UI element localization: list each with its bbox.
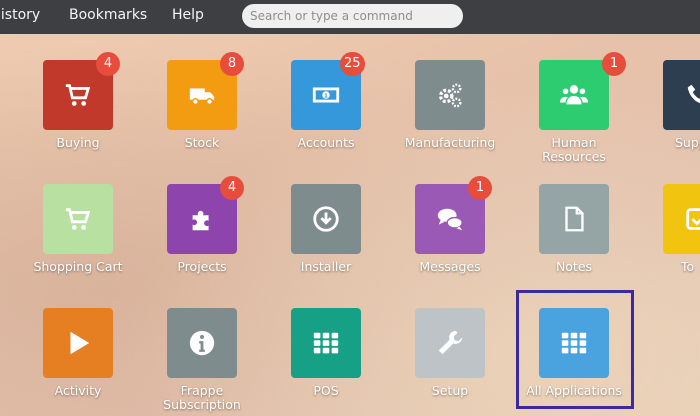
check-icon	[686, 208, 700, 230]
app-tile[interactable]	[43, 184, 113, 254]
app-tile[interactable]	[291, 184, 361, 254]
download-icon	[313, 206, 339, 232]
chat-icon	[437, 208, 463, 231]
app-label: Projects	[177, 259, 227, 274]
app-label: Buying	[56, 135, 100, 150]
app-label: Setup	[431, 383, 469, 398]
notification-badge: 1	[602, 52, 626, 76]
app-tile[interactable]	[291, 308, 361, 378]
grid-icon	[561, 332, 587, 354]
app-label: POS	[313, 383, 339, 398]
app-label: All Applications	[526, 383, 622, 398]
app-label: Stock	[184, 135, 220, 150]
app-label: Installer	[300, 259, 352, 274]
notification-badge: 8	[220, 52, 244, 76]
grid-icon	[313, 332, 339, 354]
svg-text:1: 1	[324, 93, 328, 99]
money-icon: 1	[312, 87, 340, 103]
play-icon	[70, 331, 90, 355]
notification-badge: 1	[468, 176, 492, 200]
users-icon	[559, 85, 589, 105]
app-tile[interactable]	[663, 184, 700, 254]
app-label: Notes	[555, 259, 593, 274]
gears-icon	[438, 83, 462, 108]
top-navbar: listory Bookmarks Help	[0, 0, 700, 34]
app-tile[interactable]	[167, 308, 237, 378]
puzzle-icon	[192, 210, 209, 231]
app-tile[interactable]	[539, 184, 609, 254]
app-tile[interactable]	[415, 308, 485, 378]
app-label: Shopping Cart	[33, 259, 123, 274]
history-menu[interactable]: listory	[0, 7, 40, 23]
phone-icon	[687, 84, 700, 104]
app-tile[interactable]	[539, 60, 609, 130]
app-label: To	[681, 259, 695, 274]
help-menu[interactable]: Help	[172, 7, 204, 23]
app-tile[interactable]	[43, 308, 113, 378]
truck-icon	[189, 88, 215, 106]
app-label: Supp	[675, 135, 700, 150]
search-input[interactable]	[242, 4, 463, 28]
app-tile[interactable]	[539, 308, 609, 378]
cart-icon	[65, 84, 91, 106]
info-icon	[189, 330, 215, 356]
app-label: Accounts	[297, 135, 355, 150]
wrench-icon	[438, 330, 463, 355]
app-tile[interactable]	[663, 60, 700, 130]
notification-badge: 4	[96, 52, 120, 76]
app-label: Activity	[54, 383, 102, 398]
file-icon	[565, 206, 584, 232]
app-label: Messages	[419, 259, 481, 274]
app-tile[interactable]	[415, 60, 485, 130]
cart-icon	[65, 208, 91, 230]
notification-badge: 25	[340, 52, 365, 76]
notification-badge: 4	[220, 176, 244, 200]
app-label: Human Resources	[542, 135, 606, 164]
app-label: Frappe Subscription	[163, 383, 241, 412]
bookmarks-menu[interactable]: Bookmarks	[69, 7, 147, 23]
app-label: Manufacturing	[404, 135, 496, 150]
